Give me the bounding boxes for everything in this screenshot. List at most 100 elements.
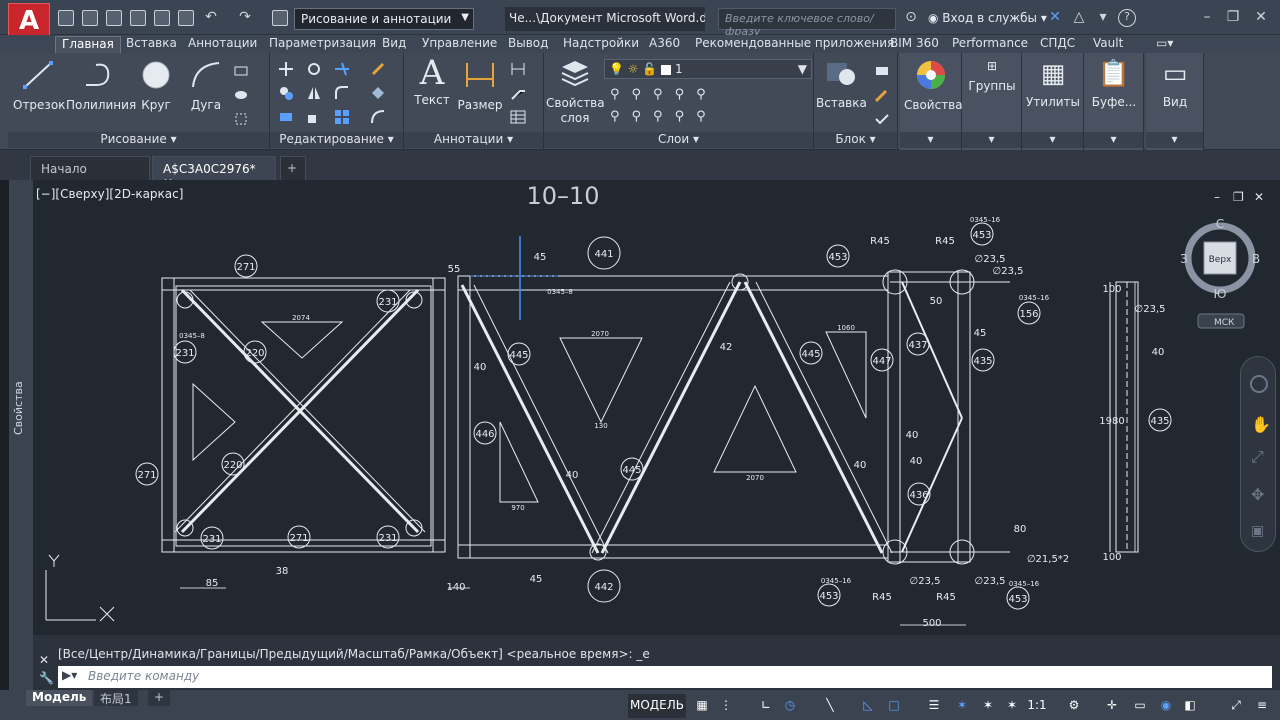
polar-icon[interactable]: ◷ [780, 694, 800, 718]
close-icon[interactable]: ✕ [1252, 9, 1270, 27]
workspace-switch-icon[interactable] [272, 10, 288, 26]
units-icon[interactable]: ▭ [1130, 694, 1150, 718]
command-prompt-icon[interactable]: ▶▾ [62, 668, 77, 682]
layout1-tab[interactable]: 布局1 [94, 690, 138, 706]
ribbon-options-icon[interactable]: ▭▾ [1150, 36, 1179, 53]
exchange-icon[interactable]: ✕ [1046, 9, 1064, 27]
tab-featured-apps[interactable]: Рекомендованные приложения [689, 36, 900, 53]
dimension-button[interactable]: Размер [456, 59, 504, 112]
fillet-icon[interactable] [334, 85, 350, 101]
search-input[interactable]: Введите ключевое слово/фразу [718, 8, 896, 38]
file-tab-drawing[interactable]: A$C3A0C2976* ✕ [152, 156, 276, 190]
text-button[interactable]: A Текст [412, 56, 452, 107]
tab-view[interactable]: Вид [376, 36, 412, 53]
zoom-icon[interactable]: ⤢ [1251, 447, 1264, 467]
view-panel[interactable]: ▭ Вид ▾ [1146, 53, 1204, 150]
edit-block-icon[interactable] [874, 87, 890, 103]
modify-panel-title[interactable]: Редактирование ▾ [270, 132, 403, 148]
binoculars-icon[interactable]: ⊙ [902, 9, 920, 27]
snap-icon[interactable]: ⋮ [716, 694, 736, 718]
properties-expand-icon[interactable]: ▾ [900, 132, 961, 148]
steering-wheel-icon[interactable] [1250, 375, 1268, 393]
tab-output[interactable]: Вывод [502, 36, 554, 53]
isodraft-icon[interactable]: ╲ [820, 694, 840, 718]
annotation-visibility-icon[interactable]: ✶ [952, 694, 972, 718]
navigation-bar[interactable]: ✋ ⤢ ✥ ▣ [1240, 356, 1276, 552]
leader-icon[interactable] [510, 85, 526, 101]
layers-panel-title[interactable]: Слои ▾ [544, 132, 813, 148]
workspace-dropdown[interactable]: Рисование и аннотации ▼ [294, 8, 474, 30]
clipboard-expand-icon[interactable]: ▾ [1084, 132, 1143, 148]
viewport-restore-icon[interactable]: ❐ [1233, 190, 1244, 204]
tab-spds[interactable]: СПДС [1034, 36, 1081, 53]
erase-icon[interactable] [370, 61, 386, 77]
tab-parametric[interactable]: Параметризация [263, 36, 382, 53]
annotation-panel-title[interactable]: Аннотации ▾ [404, 132, 543, 148]
layer-dropdown[interactable]: 💡 ☼ 🔓 1 ▼ [604, 59, 812, 79]
osnap-tracking-icon[interactable]: □ [884, 694, 904, 718]
polyline-button[interactable]: Полилиния [66, 59, 136, 112]
circle-button[interactable]: Круг [136, 59, 176, 112]
plot-icon[interactable] [154, 10, 170, 26]
model-layout-tab[interactable]: Модель [26, 690, 93, 706]
layer-tools-row2[interactable]: ⚲⚲⚲⚲⚲ [610, 109, 780, 124]
line-button[interactable]: Отрезок [13, 59, 65, 112]
tab-bim360[interactable]: BIM 360 [884, 36, 945, 53]
mirror-icon[interactable] [306, 85, 322, 101]
tab-addins[interactable]: Надстройки [557, 36, 645, 53]
signin-button[interactable]: ◉ Вход в службы ▾ [928, 11, 1047, 25]
block-panel-title[interactable]: Блок ▾ [814, 132, 897, 148]
boundary-icon[interactable] [233, 111, 249, 127]
attribute-icon[interactable] [874, 111, 890, 127]
utilities-expand-icon[interactable]: ▾ [1022, 132, 1083, 148]
drawing-canvas[interactable]: 271 231 231 220 220 231 231 271 271 441 … [33, 180, 1280, 635]
create-block-icon[interactable] [874, 63, 890, 79]
move-icon[interactable] [278, 61, 294, 77]
layer-properties-button[interactable]: Свойства слоя [546, 57, 605, 126]
workspace-gear-icon[interactable]: ⚙ [1064, 694, 1084, 718]
linear-dim-icon[interactable] [510, 61, 526, 77]
tab-insert[interactable]: Вставка [120, 36, 183, 53]
tab-performance[interactable]: Performance [946, 36, 1034, 53]
fullscreen-icon[interactable]: ⤢ [1226, 694, 1246, 718]
pan-icon[interactable]: ✋ [1251, 415, 1271, 434]
app-logo[interactable]: A [8, 3, 50, 39]
add-layout-icon[interactable]: + [148, 690, 171, 706]
help-button[interactable]: ? [1118, 9, 1136, 27]
insert-block-button[interactable]: Вставка [816, 57, 867, 110]
rotate-icon[interactable] [306, 61, 322, 77]
orbit-icon[interactable]: ✥ [1251, 485, 1264, 504]
rectangle-icon[interactable] [233, 63, 249, 79]
save-as-icon[interactable] [130, 10, 146, 26]
model-space-button[interactable]: МОДЕЛЬ [628, 694, 686, 718]
utilities-panel[interactable]: ▦ Утилиты ▾ [1022, 53, 1084, 150]
object-snap-icon[interactable]: ◺ [858, 694, 878, 718]
auto-scale-icon[interactable]: ✶ [978, 694, 998, 718]
viewport-minimize-icon[interactable]: – [1214, 190, 1220, 204]
explode-icon[interactable] [370, 85, 386, 101]
quick-properties-icon[interactable]: ◉ [1156, 694, 1176, 718]
tab-home[interactable]: Главная [55, 36, 121, 53]
showmotion-icon[interactable]: ▣ [1251, 523, 1264, 539]
open-file-icon[interactable] [82, 10, 98, 26]
command-customize-icon[interactable]: 🔧 [39, 671, 54, 685]
tab-annotate[interactable]: Аннотации [182, 36, 263, 53]
help-menu-icon[interactable]: ▾ [1094, 9, 1112, 27]
tab-a360[interactable]: A360 [643, 36, 686, 53]
array-icon[interactable] [334, 109, 350, 125]
restore-icon[interactable]: ❐ [1224, 9, 1242, 27]
layer-tools-row1[interactable]: ⚲⚲⚲⚲⚲ [610, 87, 780, 102]
command-input[interactable]: ▶▾ Введите команду [58, 666, 1272, 688]
table-icon[interactable] [510, 109, 526, 125]
copy-icon[interactable] [278, 85, 294, 101]
properties-panel[interactable]: Свойства ▾ [900, 53, 963, 150]
draw-panel-title[interactable]: Рисование ▾ [8, 132, 269, 148]
print-icon[interactable] [178, 10, 194, 26]
customize-status-icon[interactable]: ≡ [1252, 694, 1272, 718]
clipboard-panel[interactable]: 📋 Буфе... ▾ [1084, 53, 1144, 150]
undo-icon[interactable]: ↶ [202, 9, 220, 27]
grid-icon[interactable]: ▦ [692, 694, 712, 718]
a360-icon[interactable]: △ [1070, 9, 1088, 27]
tab-manage[interactable]: Управление [416, 36, 503, 53]
scale-icon[interactable] [306, 109, 322, 125]
